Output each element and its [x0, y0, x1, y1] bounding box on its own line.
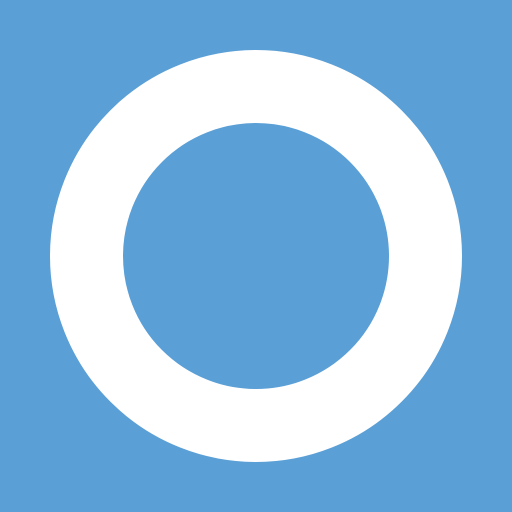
icon-canvas: [0, 0, 512, 512]
ring-icon: [0, 0, 512, 512]
